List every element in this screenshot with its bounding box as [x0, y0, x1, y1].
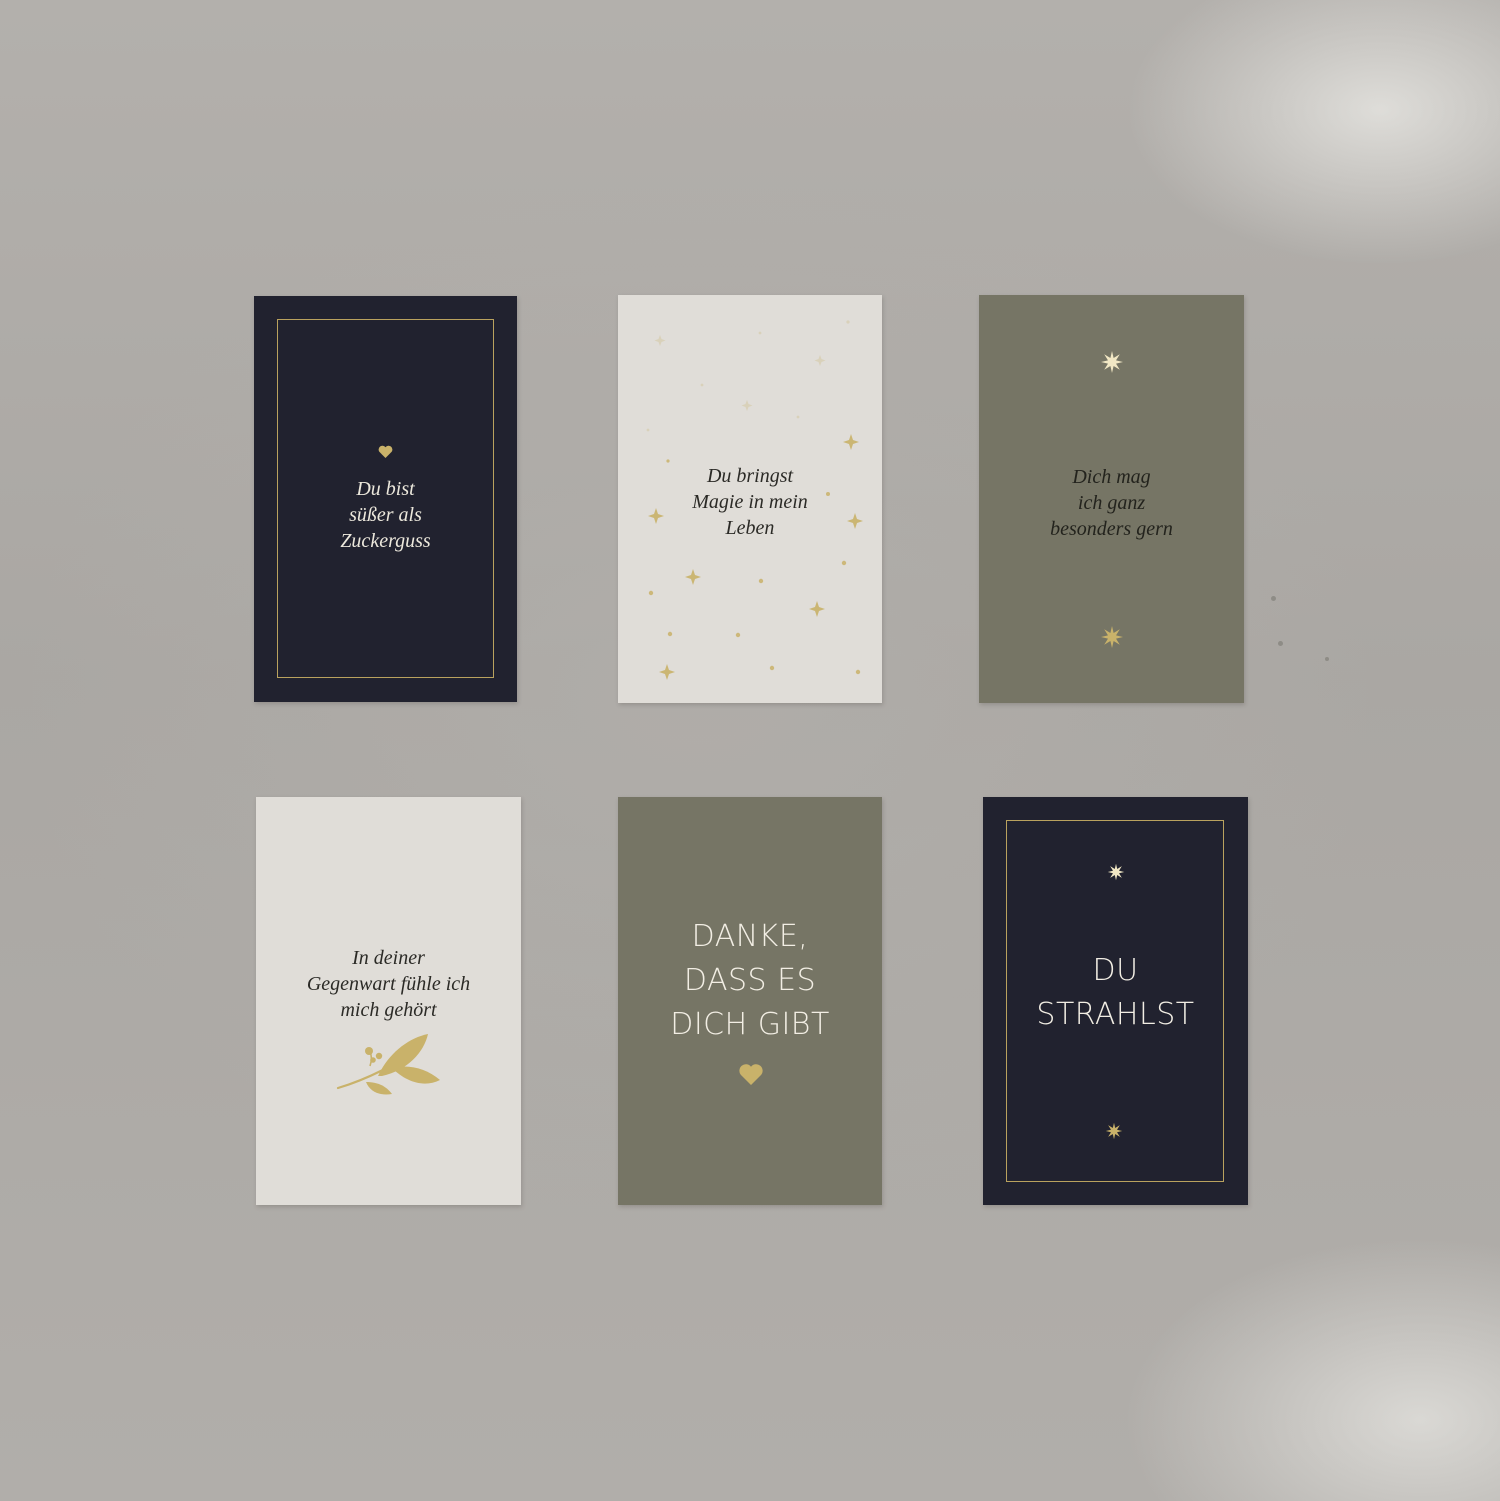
card-in-deiner-gegenwart: In deiner Gegenwart fühle ich mich gehör… [256, 797, 521, 1205]
card-magie-in-mein-leben: Du bringst Magie in mein Leben [618, 295, 882, 703]
card-quote: Du bist süßer als Zuckerguss [340, 478, 431, 552]
card-danke-dass-es-dich-gibt: DANKE, DASS ES DICH GIBT [618, 797, 882, 1205]
leaf-branch-icon [336, 1034, 440, 1095]
card-quote: Dich mag ich ganz besonders gern [1050, 466, 1173, 540]
sunburst-icon [1101, 626, 1123, 648]
card-quote: Du bringst Magie in mein Leben [692, 465, 808, 539]
sunburst-icon [1105, 1122, 1123, 1140]
faint-stars [646, 320, 850, 432]
card-quote: DANKE, DASS ES DICH GIBT [670, 919, 830, 1042]
wall-speck [1325, 657, 1329, 661]
wall-speck [1278, 641, 1283, 646]
sunburst-icon [1101, 351, 1123, 373]
card-dich-mag-ich-ganz-besonders-gern: Dich mag ich ganz besonders gern [979, 295, 1244, 703]
wall-speck [1271, 596, 1276, 601]
wall-background [0, 0, 1500, 1501]
card-suesser-als-zuckerguss: Du bist süßer als Zuckerguss [254, 296, 517, 702]
card-du-strahlst: DU STRAHLST [983, 797, 1248, 1205]
card-quote: DU STRAHLST [1036, 953, 1195, 1032]
sunburst-icon [1107, 863, 1125, 881]
heart-icon [739, 1064, 763, 1085]
heart-icon [378, 445, 393, 458]
card-quote: In deiner Gegenwart fühle ich mich gehör… [306, 947, 471, 1021]
